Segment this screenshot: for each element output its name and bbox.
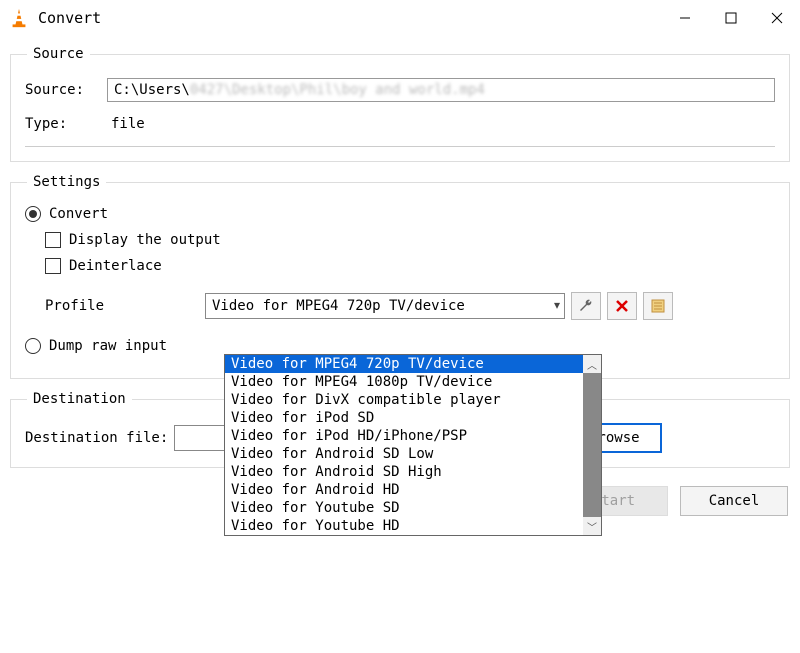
minimize-button[interactable] bbox=[662, 2, 708, 34]
display-output-checkbox[interactable]: Display the output bbox=[45, 232, 775, 248]
convert-radio-label: Convert bbox=[49, 206, 108, 222]
scroll-down-icon[interactable]: ﹀ bbox=[583, 517, 601, 535]
profile-selected-value: Video for MPEG4 720p TV/device bbox=[212, 298, 465, 314]
destination-label: Destination file: bbox=[25, 430, 168, 446]
source-path-blurred: 0427\Desktop\Phil\boy and world.mp4 bbox=[190, 82, 485, 98]
profile-combobox[interactable]: Video for MPEG4 720p TV/device ▼ bbox=[205, 293, 565, 319]
close-button[interactable] bbox=[754, 2, 800, 34]
source-legend: Source bbox=[27, 46, 90, 62]
new-profile-button[interactable] bbox=[643, 292, 673, 320]
convert-radio[interactable]: Convert bbox=[25, 206, 775, 222]
vlc-cone-icon bbox=[8, 7, 30, 29]
dropdown-option[interactable]: Video for MPEG4 720p TV/device bbox=[225, 355, 583, 373]
checkbox-icon bbox=[45, 232, 61, 248]
display-output-label: Display the output bbox=[69, 232, 221, 248]
type-value: file bbox=[107, 116, 145, 132]
type-label: Type: bbox=[25, 116, 107, 132]
profile-dropdown-list: Video for MPEG4 720p TV/device Video for… bbox=[224, 354, 602, 536]
dump-raw-radio[interactable]: Dump raw input bbox=[25, 338, 775, 354]
source-path-clear: C:\Users\ bbox=[114, 82, 190, 98]
settings-legend: Settings bbox=[27, 174, 106, 190]
dropdown-option[interactable]: Video for iPod SD bbox=[225, 409, 583, 427]
scroll-up-icon[interactable]: ︿ bbox=[583, 355, 601, 373]
wrench-icon bbox=[578, 298, 594, 314]
deinterlace-checkbox[interactable]: Deinterlace bbox=[45, 258, 775, 274]
deinterlace-label: Deinterlace bbox=[69, 258, 162, 274]
window-title: Convert bbox=[38, 9, 101, 27]
dropdown-option[interactable]: Video for Android SD Low bbox=[225, 445, 583, 463]
profile-label: Profile bbox=[45, 298, 205, 314]
dropdown-scrollbar[interactable]: ︿ ﹀ bbox=[583, 355, 601, 535]
dropdown-option[interactable]: Video for Youtube SD bbox=[225, 499, 583, 517]
radio-icon bbox=[25, 206, 41, 222]
new-document-icon bbox=[650, 298, 666, 314]
maximize-button[interactable] bbox=[708, 2, 754, 34]
source-input[interactable]: C:\Users\0427\Desktop\Phil\boy and world… bbox=[107, 78, 775, 102]
scrollbar-thumb[interactable] bbox=[583, 373, 601, 517]
titlebar: Convert bbox=[0, 0, 800, 36]
checkbox-icon bbox=[45, 258, 61, 274]
dropdown-option[interactable]: Video for Android HD bbox=[225, 481, 583, 499]
dump-raw-label: Dump raw input bbox=[49, 338, 167, 354]
chevron-down-icon: ▼ bbox=[554, 301, 560, 312]
destination-legend: Destination bbox=[27, 391, 132, 407]
dropdown-option[interactable]: Video for Youtube HD bbox=[225, 517, 583, 535]
settings-fieldset: Settings Convert Display the output Dein… bbox=[10, 174, 790, 379]
edit-profile-button[interactable] bbox=[571, 292, 601, 320]
source-label: Source: bbox=[25, 82, 107, 98]
dropdown-option[interactable]: Video for Android SD High bbox=[225, 463, 583, 481]
dropdown-option[interactable]: Video for iPod HD/iPhone/PSP bbox=[225, 427, 583, 445]
cancel-button[interactable]: Cancel bbox=[680, 486, 788, 516]
radio-icon bbox=[25, 338, 41, 354]
dropdown-option[interactable]: Video for DivX compatible player bbox=[225, 391, 583, 409]
x-icon bbox=[614, 298, 630, 314]
source-fieldset: Source Source: C:\Users\0427\Desktop\Phi… bbox=[10, 46, 790, 162]
source-divider bbox=[25, 146, 775, 147]
window-controls bbox=[662, 2, 800, 34]
dropdown-option[interactable]: Video for MPEG4 1080p TV/device bbox=[225, 373, 583, 391]
delete-profile-button[interactable] bbox=[607, 292, 637, 320]
